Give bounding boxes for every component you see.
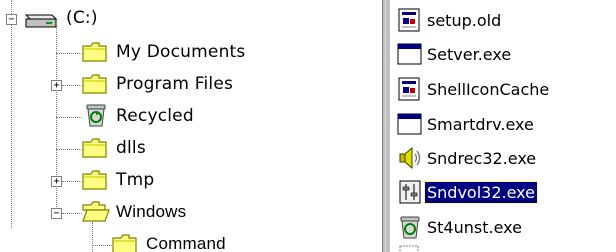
file-name: St4unst.exe — [427, 217, 522, 237]
tree-item-label: Recycled — [116, 106, 194, 126]
tree-connector-line — [56, 26, 57, 217]
file-item-smartdrv-exe[interactable]: Smartdrv.exe — [397, 109, 536, 139]
collapse-toggle[interactable]: − — [6, 14, 17, 25]
tree-connector-line — [92, 245, 112, 246]
tree-connector-line — [62, 181, 82, 182]
folder-icon — [112, 234, 137, 252]
uninstall-trash-icon — [400, 216, 420, 239]
expand-toggle[interactable]: + — [51, 80, 62, 91]
file-item-setup-old[interactable]: setup.old — [397, 5, 503, 35]
file-list[interactable]: setup.old Setver.exe ShellIconCache Smar… — [391, 0, 616, 252]
folder-icon — [82, 138, 107, 158]
tree-item-command[interactable]: Command — [140, 229, 226, 252]
tree-item-program-files[interactable]: Program Files — [110, 69, 233, 99]
tree-item-label: Program Files — [116, 74, 234, 94]
tree-item-drive-c[interactable]: (C:) — [60, 3, 98, 33]
folder-tree[interactable]: − (C:) My Documents + Program Files Recy… — [0, 0, 382, 252]
tree-item-label: My Documents — [116, 42, 246, 62]
tree-item-windows[interactable]: Windows — [110, 197, 186, 227]
folder-icon — [82, 74, 107, 94]
splitter-highlight — [385, 0, 386, 252]
tree-connector-line — [56, 149, 82, 150]
tree-item-label: dlls — [116, 138, 146, 158]
partial-file-icon — [399, 245, 419, 252]
tree-item-dlls[interactable]: dlls — [110, 133, 146, 163]
folder-icon — [82, 42, 107, 62]
file-name: Setver.exe — [427, 44, 512, 64]
file-name: Sndrec32.exe — [427, 148, 537, 168]
tree-connector-line — [62, 85, 82, 86]
open-folder-icon — [82, 201, 110, 222]
tree-item-recycled[interactable]: Recycled — [110, 101, 194, 131]
window-app-icon — [397, 113, 422, 135]
file-item-sndvol32-exe[interactable]: Sndvol32.exe — [397, 177, 538, 207]
tree-connector-line — [56, 117, 82, 118]
speaker-icon — [399, 146, 421, 170]
tree-item-label: Windows — [116, 202, 187, 221]
file-name: ShellIconCache — [427, 79, 550, 99]
folder-icon — [82, 170, 107, 190]
collapse-toggle[interactable]: − — [51, 208, 62, 219]
tree-item-tmp[interactable]: Tmp — [110, 165, 154, 195]
document-icon — [398, 8, 420, 32]
file-name: Smartdrv.exe — [427, 114, 534, 134]
hard-drive-icon — [24, 14, 58, 28]
file-name: Sndvol32.exe — [424, 180, 538, 204]
file-item-shelliconcache[interactable]: ShellIconCache — [397, 74, 551, 104]
window-app-icon — [397, 43, 422, 65]
recycle-bin-icon — [86, 104, 106, 127]
tree-connector-line — [11, 0, 12, 228]
pane-splitter[interactable] — [382, 0, 391, 252]
expand-toggle[interactable]: + — [51, 176, 62, 187]
file-name: setup.old — [427, 10, 502, 30]
file-item-setver-exe[interactable]: Setver.exe — [397, 39, 513, 69]
tree-item-label: Command — [146, 234, 226, 252]
tree-connector-line — [92, 222, 93, 252]
file-item-sndrec32-exe[interactable]: Sndrec32.exe — [397, 143, 538, 173]
tree-connector-line — [56, 53, 82, 54]
volume-control-icon — [399, 180, 421, 204]
document-icon — [398, 77, 420, 101]
tree-item-my-documents[interactable]: My Documents — [110, 37, 245, 67]
file-item-st4unst-exe[interactable]: St4unst.exe — [397, 212, 524, 242]
tree-item-label: (C:) — [66, 8, 98, 28]
tree-item-label: Tmp — [116, 170, 155, 190]
tree-connector-line — [62, 213, 82, 214]
